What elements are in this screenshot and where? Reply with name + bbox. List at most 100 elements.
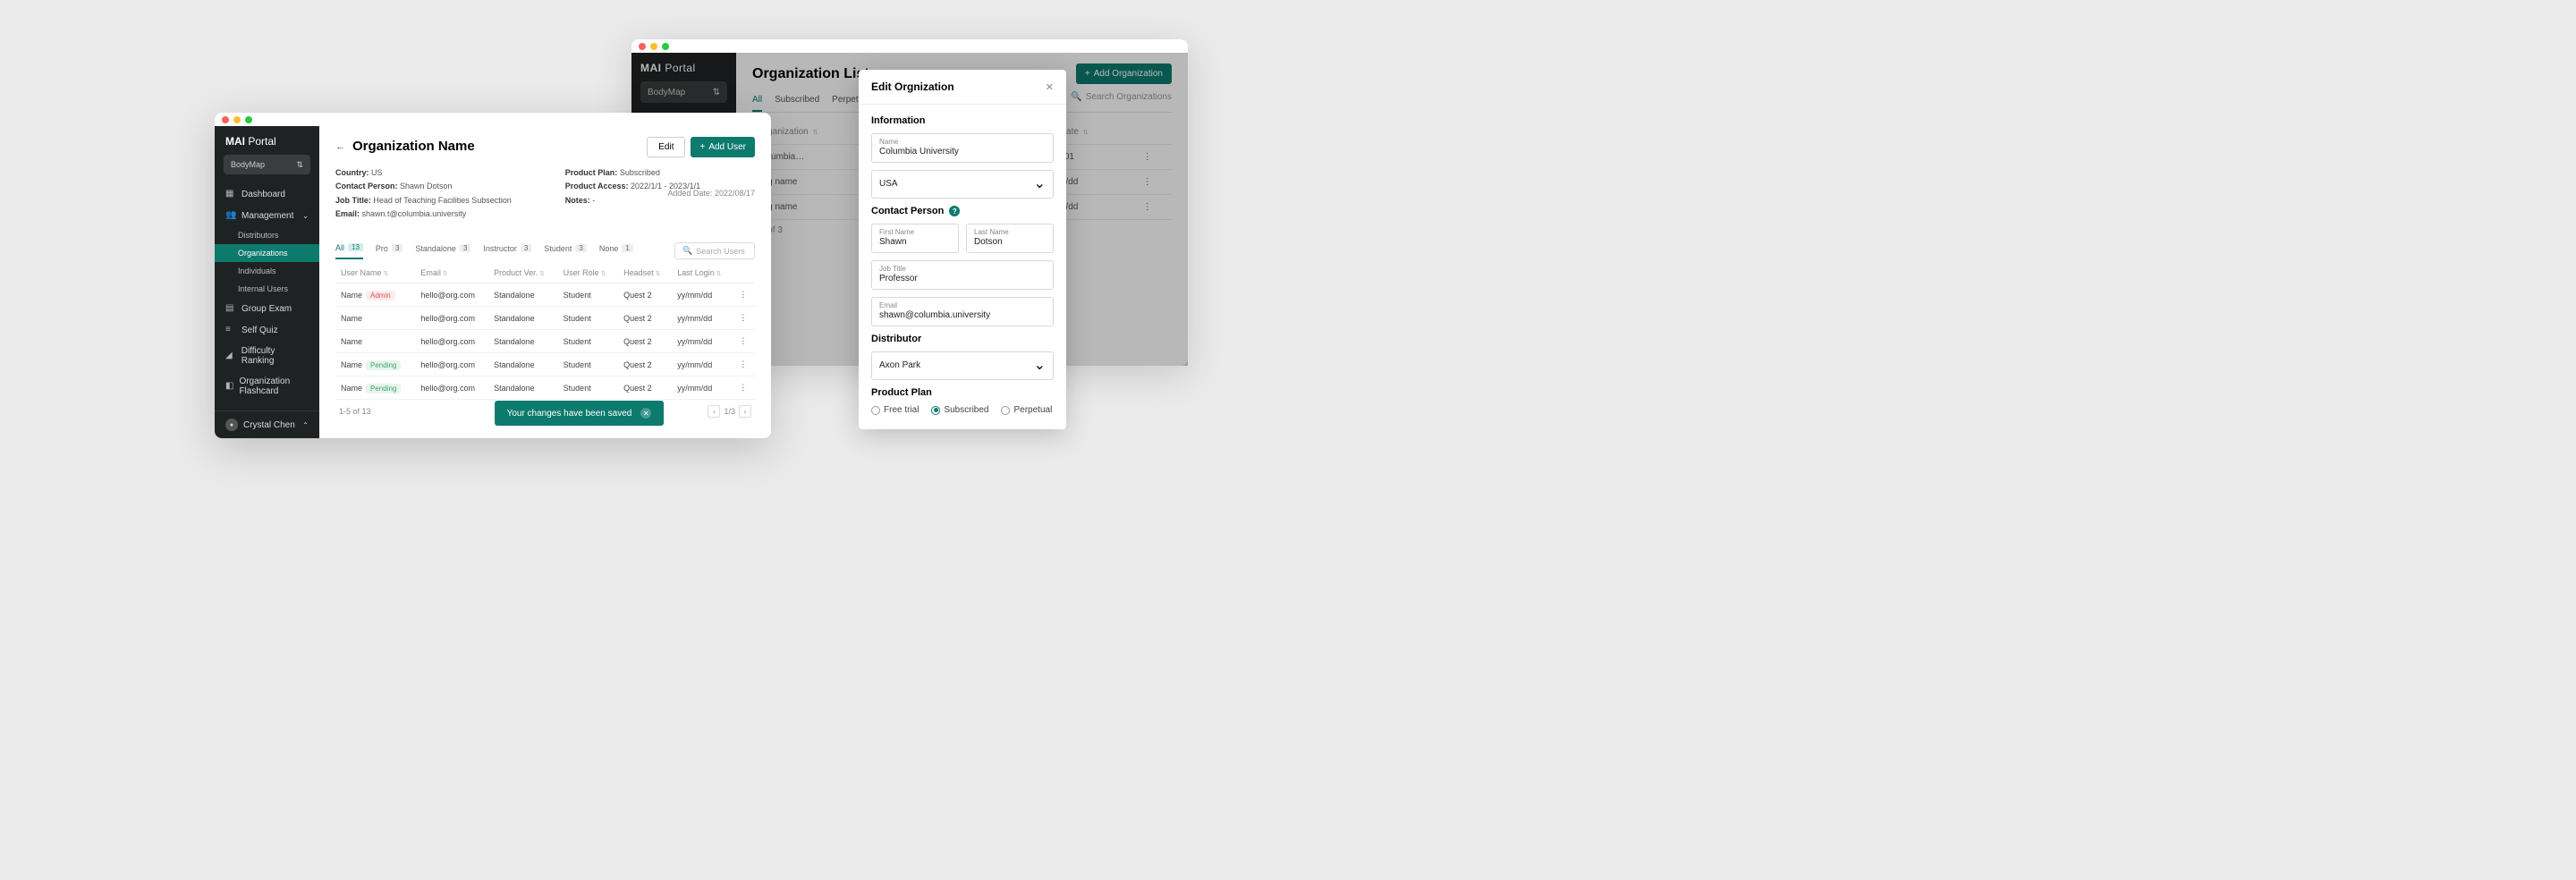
- name-field[interactable]: Name Columbia University: [871, 133, 1054, 163]
- tab-standalone[interactable]: Standalone 3: [415, 244, 470, 258]
- nav-flashcard[interactable]: ◧Organization Flashcard: [215, 371, 319, 402]
- toast-saved: Your changes have been saved ✕: [495, 401, 665, 426]
- plus-icon: +: [699, 142, 705, 152]
- close-dot[interactable]: [639, 43, 646, 50]
- name-value: Columbia University: [879, 147, 1046, 157]
- tab-all[interactable]: All 13: [335, 243, 363, 259]
- radio-subscribed[interactable]: Subscribed: [931, 405, 988, 415]
- row-menu-icon[interactable]: ⋮: [733, 353, 755, 377]
- row-menu-icon[interactable]: ⋮: [733, 330, 755, 353]
- radio-free-label: Free trial: [884, 405, 919, 415]
- tab-count: 3: [521, 244, 531, 252]
- avatar: ●: [225, 419, 238, 431]
- window-organization-detail: MAI Portal BodyMap ⇅ ▦Dashboard 👥Managem…: [215, 113, 771, 438]
- radio-perpetual[interactable]: Perpetual: [1001, 405, 1052, 415]
- col-email[interactable]: Email⇅: [415, 263, 488, 283]
- close-icon[interactable]: ✕: [640, 408, 651, 419]
- prev-page-button[interactable]: ‹: [708, 405, 720, 418]
- nav-management[interactable]: 👥Management⌄: [215, 205, 319, 226]
- section-information: Information: [871, 115, 1054, 126]
- help-icon[interactable]: ?: [949, 206, 960, 216]
- tab-count: 1: [622, 244, 632, 252]
- last-name-field[interactable]: Last Name Dotson: [966, 224, 1054, 253]
- max-dot[interactable]: [245, 116, 252, 123]
- tab-instructor[interactable]: Instructor 3: [483, 244, 531, 258]
- table-row[interactable]: NamePendinghello@org.comStandaloneStuden…: [335, 377, 755, 400]
- name-label: Name: [879, 138, 1046, 146]
- row-menu-icon[interactable]: ⋮: [733, 283, 755, 307]
- tab-pro[interactable]: Pro 3: [376, 244, 402, 258]
- chevron-down-icon: ⌄: [302, 212, 309, 220]
- sort-icon: ⇅: [601, 271, 606, 277]
- nav-individuals[interactable]: Individuals: [215, 262, 319, 280]
- distributor-select[interactable]: Axon Park ⌄: [871, 351, 1054, 380]
- section-plan: Product Plan: [871, 387, 1054, 398]
- radio-free-trial[interactable]: Free trial: [871, 405, 919, 415]
- tab-student[interactable]: Student 3: [544, 244, 586, 258]
- table-row[interactable]: Namehello@org.comStandaloneStudentQuest …: [335, 307, 755, 330]
- back-button[interactable]: ←: [335, 141, 345, 152]
- job-value: Professor: [879, 274, 1046, 283]
- chevron-updown-icon: ⇅: [296, 160, 303, 170]
- col-version[interactable]: Product Ver.⇅: [488, 263, 558, 283]
- window-controls: [215, 113, 771, 126]
- status-badge: Pending: [366, 360, 401, 370]
- chevron-down-icon: ⌄: [1034, 174, 1046, 192]
- tab-none[interactable]: None 1: [599, 244, 633, 258]
- tab-count: 3: [460, 244, 470, 252]
- table-row[interactable]: NamePendinghello@org.comStandaloneStuden…: [335, 353, 755, 377]
- user-tabs: All 13 Pro 3 Standalone 3 Instructor 3 Stude…: [335, 235, 755, 259]
- close-dot[interactable]: [222, 116, 229, 123]
- job-title-field[interactable]: Job Title Professor: [871, 260, 1054, 290]
- country-select[interactable]: USA ⌄: [871, 170, 1054, 199]
- email-field[interactable]: Email shawn@columbia.university: [871, 297, 1054, 326]
- row-menu-icon[interactable]: ⋮: [733, 377, 755, 400]
- min-dot[interactable]: [650, 43, 657, 50]
- status-badge: Admin: [366, 291, 395, 300]
- list-icon: ≡: [225, 325, 236, 335]
- close-icon[interactable]: ✕: [1046, 81, 1054, 93]
- sidebar: MAI Portal BodyMap ⇅ ▦Dashboard 👥Managem…: [215, 126, 319, 438]
- radio-sub-label: Subscribed: [944, 405, 988, 415]
- last-name-value: Dotson: [974, 237, 1046, 247]
- next-page-button[interactable]: ›: [739, 405, 751, 418]
- add-user-button[interactable]: + Add User: [691, 137, 755, 157]
- col-headset[interactable]: Headset⇅: [618, 263, 672, 283]
- nav-internal-users[interactable]: Internal Users: [215, 280, 319, 298]
- search-users[interactable]: 🔍 Search Users: [674, 242, 755, 259]
- tab-count: 3: [392, 244, 402, 252]
- toast-label: Your changes have been saved: [507, 409, 632, 419]
- row-menu-icon[interactable]: ⋮: [733, 307, 755, 330]
- email-value: shawn@columbia.university: [879, 310, 1046, 320]
- min-dot[interactable]: [233, 116, 241, 123]
- users-table: User Name⇅ Email⇅ Product Ver.⇅ User Rol…: [335, 263, 755, 400]
- nav-organizations[interactable]: Organizations: [215, 244, 319, 262]
- user-name: Crystal Chen: [243, 420, 295, 430]
- search-placeholder: Search Users: [696, 247, 745, 256]
- sort-icon: ⇅: [443, 271, 448, 277]
- user-menu[interactable]: ● Crystal Chen ⌃: [215, 410, 319, 438]
- modal-title: Edit Orgnization: [871, 80, 954, 93]
- table-row[interactable]: Namehello@org.comStandaloneStudentQuest …: [335, 330, 755, 353]
- col-login[interactable]: Last Login⇅: [672, 263, 733, 283]
- nav-distributors[interactable]: Distributors: [215, 226, 319, 244]
- section-distributor: Distributor: [871, 334, 1054, 344]
- radio-perp-label: Perpetual: [1013, 405, 1052, 415]
- sort-icon: ⇅: [656, 271, 661, 277]
- nav-difficulty[interactable]: ◢Difficulty Ranking: [215, 341, 319, 371]
- first-name-label: First Name: [879, 228, 951, 236]
- col-role[interactable]: User Role⇅: [558, 263, 618, 283]
- col-username[interactable]: User Name⇅: [335, 263, 415, 283]
- nav-group-exam[interactable]: ▤Group Exam: [215, 298, 319, 319]
- nav-self-quiz[interactable]: ≡Self Quiz: [215, 319, 319, 341]
- first-name-field[interactable]: First Name Shawn: [871, 224, 959, 253]
- edit-organization-modal: Edit Orgnization ✕ Information Name Colu…: [859, 70, 1066, 429]
- nav-dashboard[interactable]: ▦Dashboard: [215, 183, 319, 205]
- app-select[interactable]: BodyMap ⇅: [224, 155, 310, 174]
- status-badge: Pending: [366, 384, 401, 393]
- sort-icon: ⇅: [716, 271, 722, 277]
- max-dot[interactable]: [662, 43, 669, 50]
- pager: ‹ 1/3 ›: [708, 405, 751, 418]
- table-row[interactable]: NameAdminhello@org.comStandaloneStudentQ…: [335, 283, 755, 307]
- edit-button[interactable]: Edit: [647, 137, 685, 157]
